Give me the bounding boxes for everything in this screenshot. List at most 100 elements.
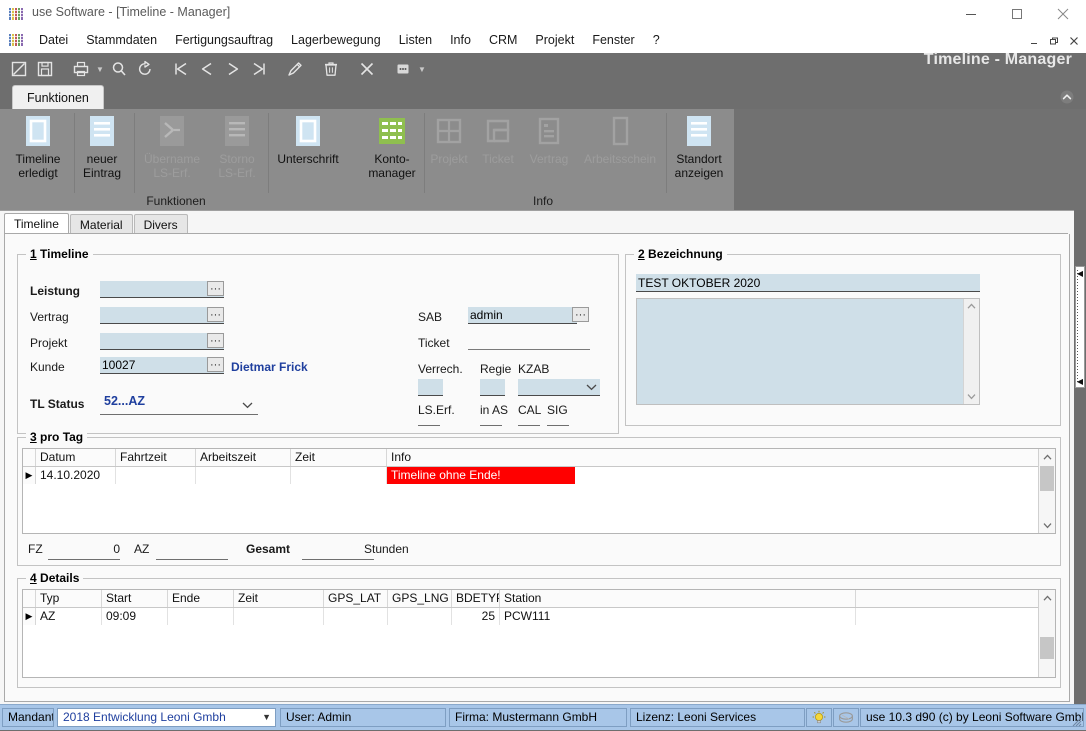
col-gps-lat[interactable]: GPS_LAT [324,590,388,607]
grid-pro-tag[interactable]: Datum Fahrtzeit Arbeitszeit Zeit Info ▶ … [22,448,1056,534]
tab-material[interactable]: Material [69,214,133,234]
input-sig[interactable] [547,424,569,426]
menu-item-[interactable]: ? [644,28,669,53]
menu-item-info[interactable]: Info [441,28,480,53]
menu-item-fertigungsauftrag[interactable]: Fertigungsauftrag [166,28,282,53]
chevron-up-icon[interactable] [1039,590,1055,606]
input-cal[interactable] [518,424,540,426]
table-row[interactable]: ▶ AZ 09:09 25 PCW111 [23,608,1055,625]
more-dropdown-caret[interactable]: ▼ [416,57,428,82]
input-sab[interactable]: admin [468,307,577,324]
previous-record-icon[interactable] [194,57,219,82]
refresh-icon[interactable] [132,57,157,82]
delete-trash-icon[interactable] [318,57,343,82]
tab-divers[interactable]: Divers [133,214,188,234]
more-ellipsis-icon[interactable] [390,57,415,82]
ribbon-button-uebername-ls-erf[interactable]: Übername LS-Erf. [136,113,208,180]
ribbon-button-neuer-eintrag[interactable]: neuer Eintrag [76,113,128,180]
cancel-x-icon[interactable] [354,57,379,82]
col-arbeitszeit[interactable]: Arbeitszeit [196,449,291,466]
resize-grip-icon[interactable] [1069,714,1083,728]
ribbon-button-projekt[interactable]: Projekt [426,113,472,166]
vertrag-lookup-button[interactable]: ··· [207,307,224,322]
mdi-minimize-button[interactable] [1024,31,1044,50]
stack-disc-icon[interactable] [833,708,859,727]
ribbon-button-storno-ls-erf[interactable]: Storno LS-Erf. [210,113,264,180]
grid-details[interactable]: Typ Start Ende Zeit GPS_LAT GPS_LNG BDET… [22,589,1056,678]
input-bezeichnung-headline[interactable]: TEST OKTOBER 2020 [636,274,980,292]
tl-status-value[interactable]: 52...AZ [104,394,145,408]
az-underline[interactable] [156,558,228,560]
kunde-lookup-button[interactable]: ··· [207,357,224,372]
value-fz[interactable]: 0 [48,542,120,556]
input-verrech[interactable] [418,379,443,396]
ribbon-button-arbeitsschein[interactable]: Arbeitsschein [576,113,664,166]
close-button[interactable] [1040,0,1086,28]
next-record-icon[interactable] [220,57,245,82]
input-vertrag[interactable] [100,307,224,324]
col-typ[interactable]: Typ [36,590,102,607]
input-bezeichnung-memo[interactable] [636,298,980,405]
mdi-close-button[interactable] [1064,31,1084,50]
input-regie[interactable] [480,379,505,396]
scroll-left-arrow-icon-2[interactable]: ◀ [1075,376,1085,386]
edit-pencil-icon[interactable] [282,57,307,82]
leistung-lookup-button[interactable]: ··· [207,281,224,296]
col-zeit[interactable]: Zeit [234,590,324,607]
lightbulb-icon[interactable] [806,708,832,727]
input-lserf[interactable] [418,424,440,426]
scroll-left-arrow-icon[interactable]: ◀ [1075,268,1085,278]
chevron-down-icon[interactable]: ▼ [262,709,271,726]
minimize-button[interactable] [948,0,994,28]
row-selector-arrow-icon[interactable]: ▶ [23,608,36,625]
input-ticket[interactable] [468,333,590,350]
col-fahrtzeit[interactable]: Fahrtzeit [116,449,196,466]
col-info[interactable]: Info [387,449,1039,466]
ribbon-button-timeline-erledigt[interactable]: Timeline erledigt [8,113,68,180]
first-record-icon[interactable] [168,57,193,82]
input-leistung[interactable] [100,281,224,298]
col-station[interactable]: Station [500,590,856,607]
col-gps-lng[interactable]: GPS_LNG [388,590,452,607]
chevron-up-icon[interactable] [1039,449,1055,465]
input-projekt[interactable] [100,333,224,350]
menu-item-listen[interactable]: Listen [390,28,441,53]
chevron-down-icon[interactable] [964,389,979,404]
ribbon-button-unterschrift[interactable]: Unterschrift [270,113,346,166]
menu-item-datei[interactable]: Datei [30,28,77,53]
col-zeit[interactable]: Zeit [291,449,387,466]
print-dropdown-caret[interactable]: ▼ [94,57,106,82]
chevron-up-icon[interactable] [964,299,979,314]
table-row[interactable]: ▶ 14.10.2020 Timeline ohne Ende! [23,467,1055,484]
last-record-icon[interactable] [246,57,271,82]
col-ende[interactable]: Ende [168,590,234,607]
tl-status-chevron-down-icon[interactable] [240,397,254,412]
new-record-icon[interactable] [6,57,31,82]
tab-funktionen[interactable]: Funktionen [12,85,104,110]
menu-item-crm[interactable]: CRM [480,28,526,53]
menu-item-stammdaten[interactable]: Stammdaten [77,28,166,53]
ribbon-button-vertrag[interactable]: Vertrag [524,113,574,166]
menu-item-lagerbewegung[interactable]: Lagerbewegung [282,28,390,53]
ribbon-button-kontomanager[interactable]: Konto- manager [362,113,422,180]
maximize-button[interactable] [994,0,1040,28]
ribbon-button-standort-anzeigen[interactable]: Standort anzeigen [668,113,730,180]
ribbon-button-ticket[interactable]: Ticket [476,113,520,166]
sab-lookup-button[interactable]: ··· [572,307,589,322]
chevron-up-icon[interactable] [1058,88,1076,106]
projekt-lookup-button[interactable]: ··· [207,333,224,348]
input-in-as[interactable] [480,424,502,426]
input-kunde[interactable]: 10027 [100,357,224,374]
tab-timeline[interactable]: Timeline [4,213,69,234]
save-icon[interactable] [32,57,57,82]
chevron-down-icon[interactable] [1039,517,1055,533]
scrollbar-thumb[interactable] [1040,637,1054,659]
mdi-restore-button[interactable] [1044,31,1064,50]
memo-scrollbar[interactable] [963,299,979,404]
kzab-chevron-down-icon[interactable] [584,379,598,394]
menu-item-fenster[interactable]: Fenster [583,28,643,53]
menu-item-projekt[interactable]: Projekt [526,28,583,53]
col-bdetyp[interactable]: BDETYP [452,590,500,607]
grid-pro-tag-scrollbar[interactable] [1038,449,1055,533]
row-selector-arrow-icon[interactable]: ▶ [23,467,36,484]
